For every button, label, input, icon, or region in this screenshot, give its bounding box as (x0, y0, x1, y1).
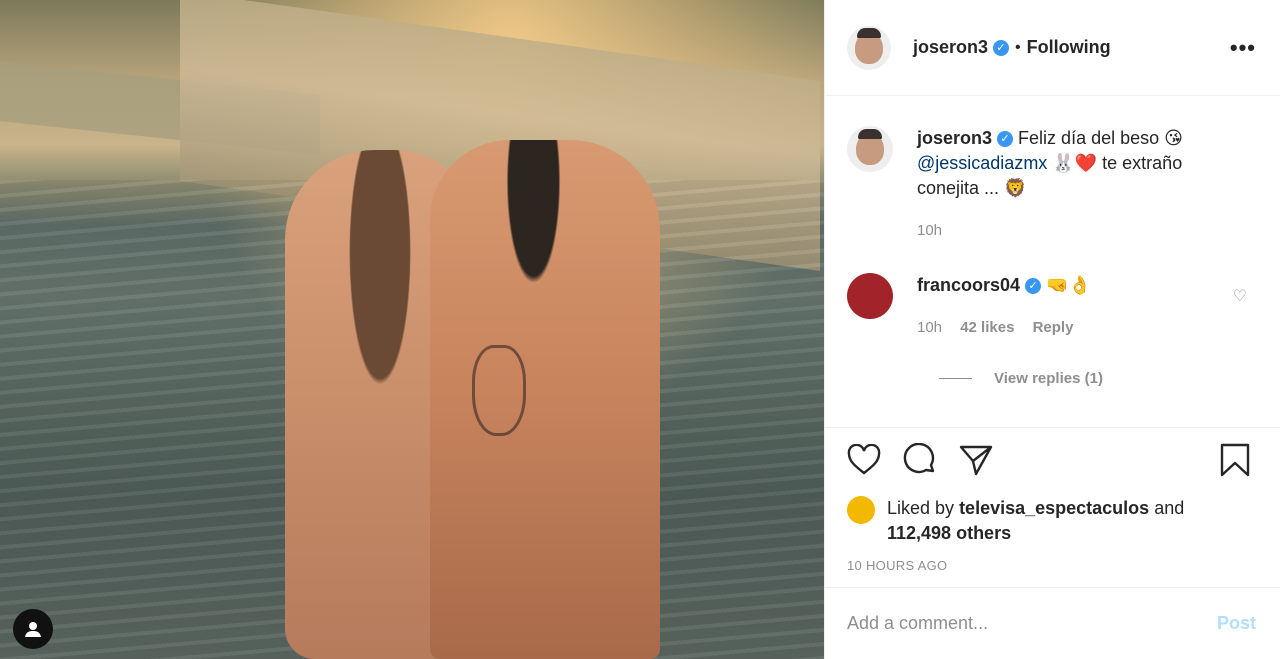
post-header: joseron3 ✓ • Following ••• (825, 0, 1280, 96)
view-replies-label[interactable]: View replies (1) (994, 370, 1103, 387)
liked-by-joiner: and (1154, 498, 1185, 518)
view-replies[interactable]: View replies (1) (939, 370, 1280, 387)
bookmark-icon[interactable] (1220, 443, 1250, 477)
verified-badge-icon: ✓ (997, 131, 1014, 148)
caption-mention[interactable]: @jessicadiazmx (917, 153, 1047, 173)
reply-button[interactable]: Reply (1033, 319, 1074, 336)
comment-bubble-icon[interactable] (903, 443, 937, 477)
more-options-icon[interactable]: ••• (1230, 35, 1256, 61)
photo-tattoo (472, 345, 526, 436)
caption: joseron3 ✓ Feliz día del beso 😘 @jessicad… (847, 126, 1280, 243)
commenter-avatar[interactable] (847, 273, 893, 319)
post-actions: Liked by televisa_espectaculos and 112,4… (825, 427, 1280, 587)
comment-time[interactable]: 10h (917, 319, 942, 336)
comment-item: francoors04 ✓ 🤜👌 10h 42 likes Reply (847, 273, 1280, 340)
comment-like-heart-icon[interactable]: ♡ (1233, 286, 1247, 306)
liked-by-user[interactable]: televisa_espectaculos (959, 498, 1149, 518)
following-button[interactable]: Following (1027, 37, 1111, 58)
caption-time[interactable]: 10h (917, 218, 1217, 243)
user-tag-icon[interactable] (13, 609, 53, 649)
verified-badge-icon: ✓ (1025, 278, 1042, 295)
like-heart-icon[interactable] (847, 444, 881, 476)
post-timestamp[interactable]: 10 HOURS AGO (847, 558, 1258, 573)
photo-man (430, 140, 660, 659)
caption-avatar[interactable] (847, 126, 893, 172)
post-side-panel: joseron3 ✓ • Following ••• joseron3 ✓ Fel… (824, 0, 1280, 659)
header-separator: • (1015, 38, 1021, 56)
replies-divider (939, 378, 972, 379)
post-photo[interactable] (0, 0, 824, 659)
author-username[interactable]: joseron3 (913, 37, 988, 58)
liked-by-prefix: Liked by (887, 498, 955, 518)
instagram-post-modal: joseron3 ✓ • Following ••• joseron3 ✓ Fel… (0, 0, 1280, 659)
author-avatar[interactable] (847, 25, 891, 70)
caption-text-1: Feliz día del beso 😘 (1018, 128, 1183, 148)
share-send-icon[interactable] (959, 444, 993, 476)
comment-text: 🤜👌 (1046, 275, 1091, 295)
comment-input[interactable]: Add a comment... (847, 613, 988, 634)
post-comment-button[interactable]: Post (1217, 613, 1256, 634)
liked-by-others[interactable]: 112,498 others (887, 523, 1011, 543)
verified-badge-icon: ✓ (993, 39, 1010, 56)
liked-by: Liked by televisa_espectaculos and 112,4… (847, 496, 1258, 546)
liker-avatar[interactable] (847, 496, 875, 524)
caption-username[interactable]: joseron3 (917, 128, 992, 148)
comment-likes[interactable]: 42 likes (960, 319, 1014, 336)
comment-username[interactable]: francoors04 (917, 275, 1020, 295)
comments-section[interactable]: joseron3 ✓ Feliz día del beso 😘 @jessicad… (825, 96, 1280, 427)
add-comment-bar: Add a comment... Post (825, 587, 1280, 659)
